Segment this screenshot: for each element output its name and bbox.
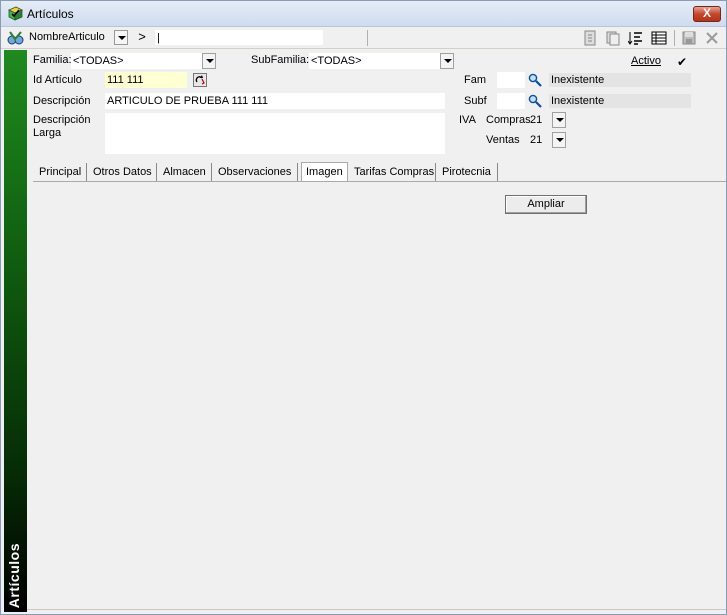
- refresh-id-icon[interactable]: [193, 73, 207, 87]
- search-input[interactable]: [155, 30, 323, 45]
- activo-checkbox[interactable]: ✔: [677, 55, 687, 69]
- tab-pirotecnia[interactable]: Pirotecnia: [438, 163, 498, 182]
- bottom-divider: [27, 609, 726, 610]
- compras-label: Compras: [486, 114, 531, 126]
- subfamilia-value: <TODAS>: [311, 55, 362, 67]
- article-form: Familia: <TODAS> SubFamilia: <TODAS> Act…: [27, 50, 726, 181]
- search-fam-icon[interactable]: [528, 73, 542, 87]
- familia-dropdown-button[interactable]: [202, 53, 216, 69]
- sidebar-label: Artículos: [6, 542, 22, 608]
- ventas-value[interactable]: 21: [530, 134, 542, 146]
- descripcion-input[interactable]: ARTICULO DE PRUEBA 111 111: [105, 93, 445, 109]
- cancel-icon[interactable]: [704, 30, 720, 46]
- chevron-down-icon: [556, 118, 564, 122]
- ampliar-button[interactable]: Ampliar: [505, 195, 587, 214]
- descripcion-label: Descripción: [33, 95, 91, 107]
- tab-observaciones[interactable]: Observaciones: [214, 163, 298, 182]
- tab-otros-datos[interactable]: Otros Datos: [89, 163, 157, 182]
- familia-value: <TODAS>: [73, 55, 124, 67]
- subf-status: Inexistente: [549, 94, 691, 108]
- ventas-dropdown-button[interactable]: [552, 132, 566, 148]
- chevron-down-icon: [556, 138, 564, 142]
- ventas-dropdown[interactable]: [551, 132, 566, 148]
- module-sidebar: Artículos: [4, 50, 27, 612]
- book-check-icon: [8, 6, 23, 21]
- subf-input[interactable]: [497, 93, 525, 109]
- familia-label: Familia:: [33, 54, 72, 66]
- familia-combo[interactable]: <TODAS>: [71, 53, 216, 69]
- sort-list-icon[interactable]: [628, 30, 644, 46]
- activo-label: Activo: [631, 55, 661, 67]
- ventas-label: Ventas: [486, 134, 520, 146]
- tab-imagen[interactable]: Imagen: [301, 162, 348, 183]
- fam-label: Fam: [464, 74, 486, 86]
- compras-dropdown[interactable]: [551, 112, 566, 128]
- subfamilia-dropdown-button[interactable]: [440, 53, 454, 69]
- chevron-down-icon: [206, 59, 214, 63]
- descripcion-larga-input[interactable]: [105, 113, 445, 154]
- toolbar-separator: [367, 30, 368, 46]
- toolbar: NombreArticulo >: [1, 27, 726, 49]
- imagen-panel: Ampliar: [33, 181, 726, 611]
- field-selector-dropdown[interactable]: [114, 30, 128, 45]
- tab-principal[interactable]: Principal: [35, 163, 87, 182]
- search-field-selector[interactable]: NombreArticulo: [29, 31, 105, 43]
- save-icon[interactable]: [681, 30, 697, 46]
- subf-label: Subf: [464, 95, 487, 107]
- table-view-icon[interactable]: [651, 30, 667, 46]
- articulos-window: Artículos X NombreArticulo > | Artículos…: [0, 0, 727, 615]
- search-subf-icon[interactable]: [528, 94, 542, 108]
- fam-input[interactable]: [497, 72, 525, 88]
- chevron-down-icon: [444, 59, 452, 63]
- descripcion-larga-label: Descripción Larga: [33, 114, 91, 139]
- toolbar-separator: [674, 30, 675, 46]
- chevron-down-icon: [118, 36, 126, 40]
- compras-value[interactable]: 21: [530, 114, 542, 126]
- subfamilia-combo[interactable]: <TODAS>: [309, 53, 454, 69]
- window-title: Artículos: [27, 7, 74, 21]
- close-button[interactable]: X: [693, 6, 721, 22]
- iva-label: IVA: [459, 114, 476, 126]
- id-articulo-label: Id Artículo: [33, 74, 82, 86]
- compras-dropdown-button[interactable]: [552, 112, 566, 128]
- tab-almacen[interactable]: Almacen: [159, 163, 212, 182]
- id-articulo-input[interactable]: 111 111: [105, 72, 187, 88]
- copy-record-icon[interactable]: [605, 30, 621, 46]
- subfamilia-label: SubFamilia:: [251, 54, 310, 66]
- title-bar: Artículos X: [1, 1, 726, 27]
- first-record-icon[interactable]: [582, 30, 598, 46]
- go-button[interactable]: >: [135, 29, 149, 45]
- tab-tarifas-compras[interactable]: Tarifas Compras: [350, 163, 436, 182]
- fam-status: Inexistente: [549, 73, 691, 87]
- filter-binoculars-icon[interactable]: [7, 30, 24, 46]
